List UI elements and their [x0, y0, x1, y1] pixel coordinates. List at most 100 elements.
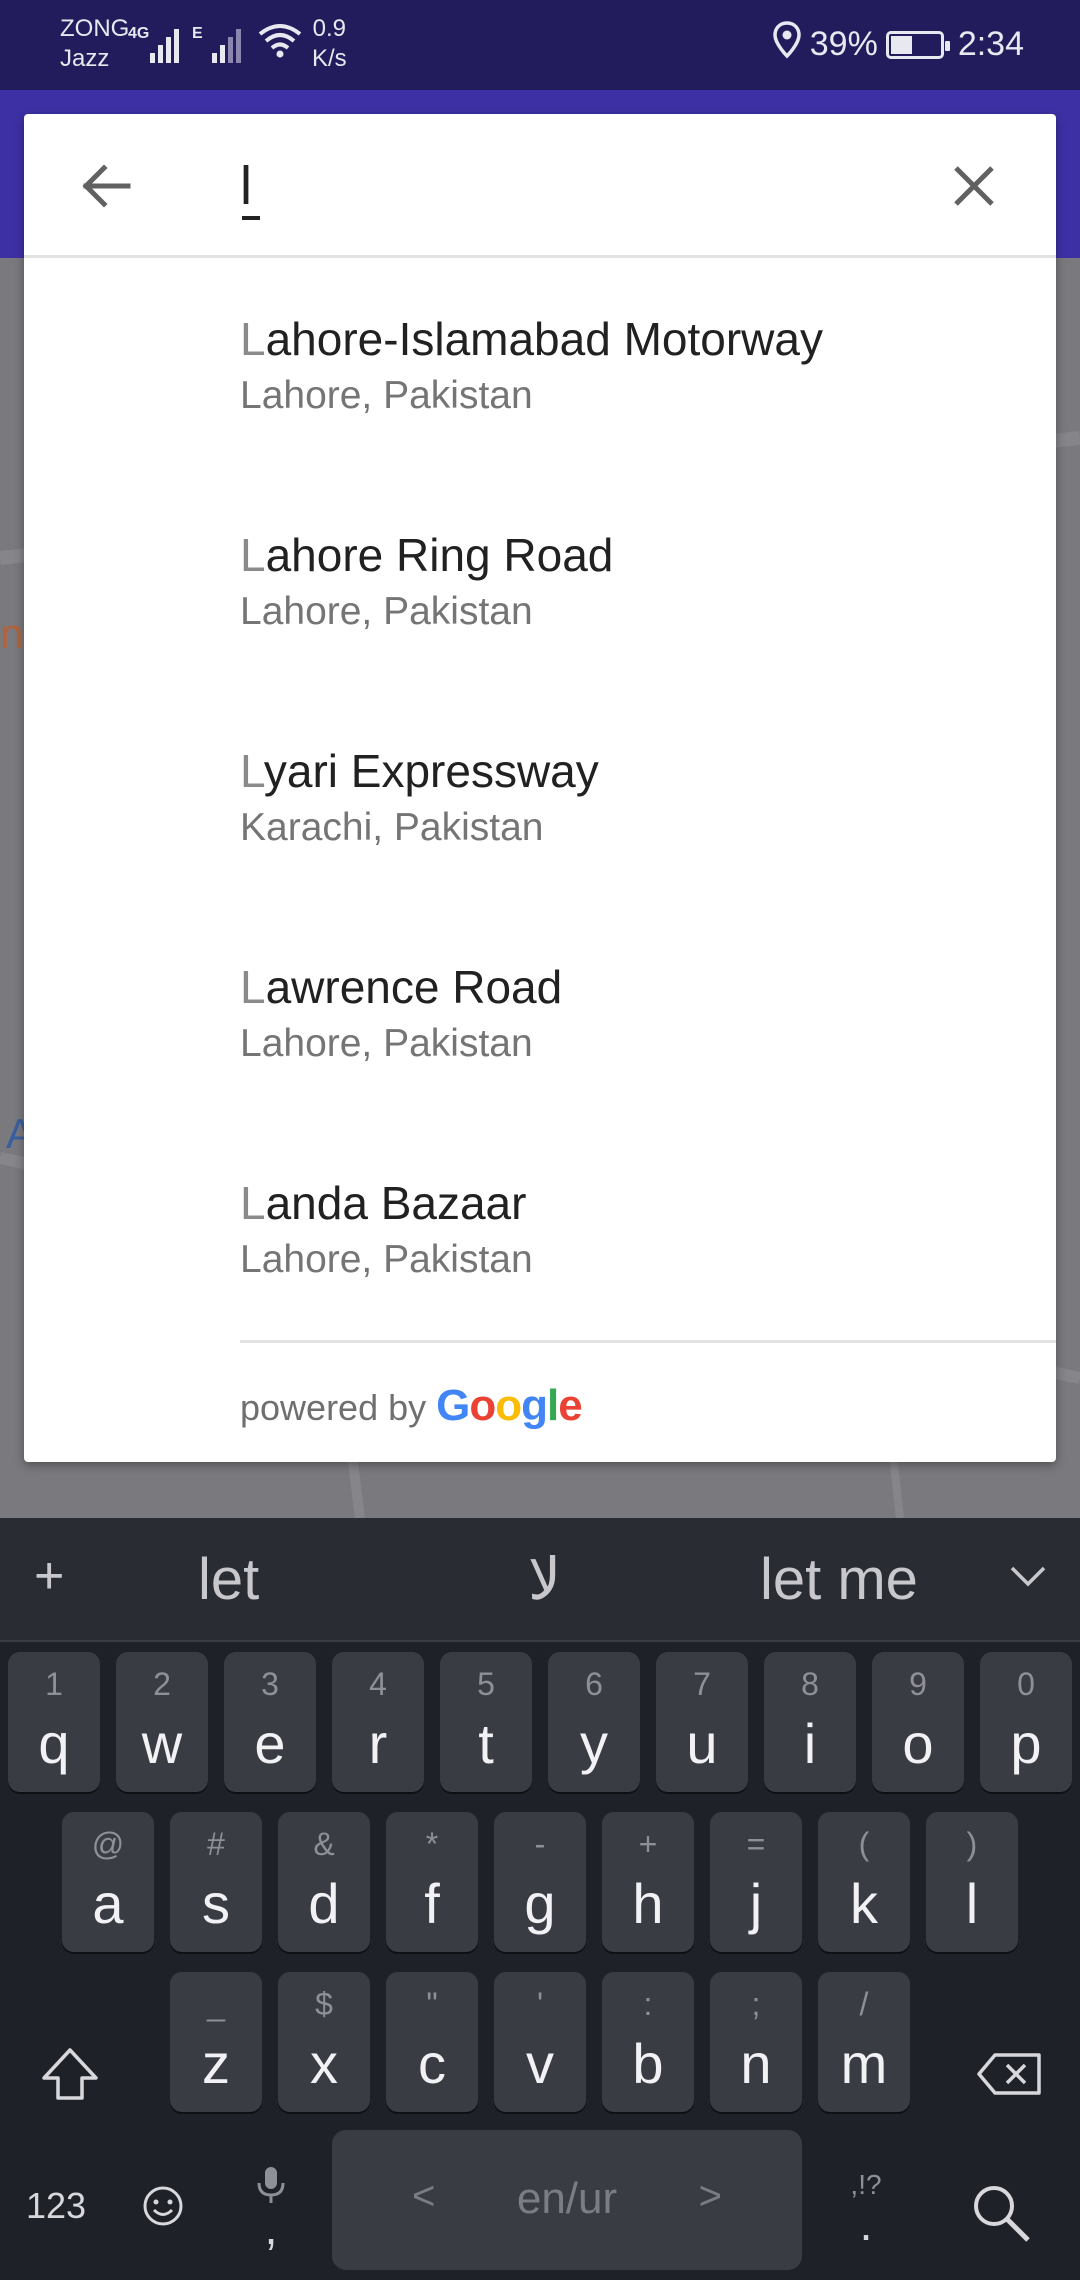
key-n[interactable]: ; n [710, 1972, 802, 2112]
key-z[interactable]: _ z [170, 1972, 262, 2112]
key-a[interactable]: @ a [62, 1812, 154, 1952]
key-letter: a [92, 1872, 124, 1935]
key-f[interactable]: * f [386, 1812, 478, 1952]
carrier-1: ZONG [60, 15, 130, 42]
close-icon [954, 166, 994, 206]
key-letter: e [254, 1712, 286, 1775]
key-letter: r [368, 1712, 388, 1775]
key-h[interactable]: + h [602, 1812, 694, 1952]
network-speed: 0.9 K/s [312, 14, 347, 74]
key-o[interactable]: 9o [872, 1652, 964, 1792]
suggestion-title: Lahore Ring Road [240, 527, 1056, 583]
key-letter: f [424, 1872, 440, 1935]
key-letter: u [686, 1712, 718, 1775]
key-t[interactable]: 5t [440, 1652, 532, 1792]
word-suggestion[interactable]: let [198, 1548, 259, 1612]
key-y[interactable]: 6y [548, 1652, 640, 1792]
clock: 2:34 [957, 25, 1024, 63]
key-r[interactable]: 4r [332, 1652, 424, 1792]
key-letter: y [580, 1712, 608, 1775]
comma-key[interactable]: , [226, 2138, 316, 2278]
key-g[interactable]: -g [494, 1812, 586, 1952]
search-icon [974, 2186, 1030, 2242]
word-suggestion[interactable]: لا [528, 1548, 561, 1612]
search-input[interactable] [240, 150, 940, 222]
key-j[interactable]: = j [710, 1812, 802, 1952]
status-bar: ZONG Jazz 4G E 0.9 K/s 39% 2:34 [0, 0, 1080, 90]
space-key[interactable]: < en/ur > [332, 2130, 802, 2270]
key-l[interactable]: ) l [926, 1812, 1018, 1952]
key-letter: w [141, 1712, 183, 1775]
key-p[interactable]: 0p [980, 1652, 1072, 1792]
search-key[interactable] [946, 2158, 1056, 2268]
key-d[interactable]: & d [278, 1812, 370, 1952]
status-right: 39% 2:34 [772, 20, 1024, 69]
key-q[interactable]: 1q [8, 1652, 100, 1792]
key-s[interactable]: # s [170, 1812, 262, 1952]
powered-by-google: powered by Google [240, 1381, 583, 1431]
word-suggestion[interactable]: let me [760, 1548, 918, 1612]
key-letter: k [850, 1872, 878, 1935]
backspace-key[interactable] [960, 2004, 1060, 2144]
numbers-key[interactable]: 123 [8, 2158, 104, 2254]
shift-icon [42, 2048, 98, 2100]
speed-value: 0.9 [312, 15, 347, 42]
key-e[interactable]: 3e [224, 1652, 316, 1792]
net-type-4g: 4G [128, 25, 150, 42]
suggestion-title: Lahore-Islamabad Motorway [240, 311, 1056, 367]
key-letter: m [840, 2032, 888, 2095]
signal-4g-icon: 4G [128, 25, 184, 65]
key-m[interactable]: / m [818, 1972, 910, 2112]
suggestion-item[interactable]: Lyari Expressway Karachi, Pakistan [24, 693, 1056, 909]
search-bar [24, 114, 1056, 258]
key-c[interactable]: " c [386, 1972, 478, 2112]
key-symbol: ( [858, 1826, 870, 1862]
suggestion-title: Lawrence Road [240, 959, 1056, 1015]
period-label: . [859, 2198, 873, 2250]
emoji-key[interactable] [120, 2158, 206, 2254]
key-symbol: 6 [585, 1666, 603, 1702]
key-u[interactable]: 7u [656, 1652, 748, 1792]
key-symbol: ; [751, 1986, 761, 2022]
key-symbol: 3 [261, 1666, 279, 1702]
suggestion-subtitle: Lahore, Pakistan [240, 1022, 533, 1065]
signal-e-icon: E [192, 25, 248, 65]
key-symbol: : [643, 1986, 653, 2022]
key-w[interactable]: 2w [116, 1652, 208, 1792]
speed-unit: K/s [312, 45, 347, 72]
suggestion-subtitle: Lahore, Pakistan [240, 1238, 533, 1281]
attribution-footer: powered by Google [240, 1340, 1056, 1462]
key-symbol: / [859, 1986, 869, 2022]
key-symbol: * [425, 1826, 439, 1862]
key-symbol: $ [315, 1986, 333, 2022]
arrow-back-icon [82, 164, 131, 208]
plus-icon[interactable]: + [34, 1546, 64, 1606]
suggestion-item[interactable]: Lahore Ring Road Lahore, Pakistan [24, 477, 1056, 693]
suggestion-title: Lyari Expressway [240, 743, 1056, 799]
key-b[interactable]: :b [602, 1972, 694, 2112]
key-i[interactable]: 8i [764, 1652, 856, 1792]
period-key[interactable]: ,!? . [820, 2138, 912, 2278]
suggestion-item[interactable]: Lawrence Road Lahore, Pakistan [24, 909, 1056, 1125]
battery-icon [885, 30, 950, 59]
battery-percent: 39% [809, 25, 878, 63]
shift-key[interactable] [24, 2004, 116, 2144]
key-symbol: ' [536, 1986, 544, 2022]
microphone-icon [257, 2167, 285, 2203]
suggestion-item[interactable]: Landa Bazaar Lahore, Pakistan [24, 1125, 1056, 1341]
suggestion-title: Landa Bazaar [240, 1175, 1056, 1231]
back-button[interactable] [72, 152, 140, 220]
key-letter: o [902, 1712, 934, 1775]
key-symbol: @ [91, 1826, 125, 1862]
chevron-down-icon[interactable] [1006, 1554, 1050, 1603]
key-letter: s [202, 1872, 230, 1935]
key-symbol: " [426, 1986, 438, 2022]
key-x[interactable]: $ x [278, 1972, 370, 2112]
key-symbol: 4 [369, 1666, 387, 1702]
suggestion-item[interactable]: Lahore-Islamabad Motorway Lahore, Pakist… [24, 261, 1056, 477]
key-symbol: + [638, 1826, 658, 1862]
key-k[interactable]: (k [818, 1812, 910, 1952]
clear-button[interactable] [940, 152, 1008, 220]
key-symbol: 9 [909, 1666, 927, 1702]
key-v[interactable]: ' v [494, 1972, 586, 2112]
